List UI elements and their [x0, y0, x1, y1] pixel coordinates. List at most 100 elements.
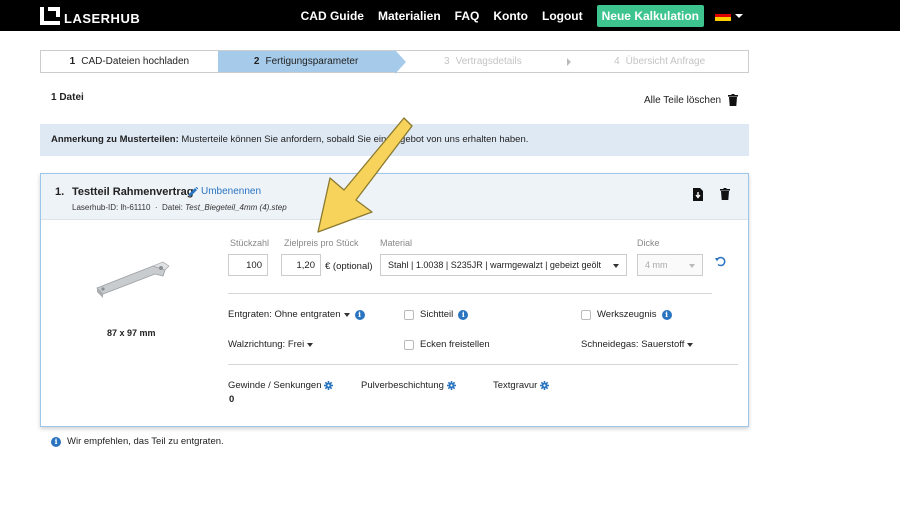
quantity-input[interactable]: 100	[228, 254, 268, 276]
certificate-checkbox[interactable]: Werkszeugnis i	[581, 309, 672, 320]
trash-icon	[728, 94, 739, 106]
material-label: Material	[380, 238, 413, 248]
checkbox-icon[interactable]	[581, 309, 591, 320]
language-caret-icon[interactable]	[735, 13, 743, 18]
cutting-gas-label: Schneidegas: Sauerstoff	[581, 339, 685, 350]
part-title: Testteil Rahmenvertrag	[72, 186, 194, 198]
quantity-label: Stückzahl	[230, 238, 270, 248]
corner-relief-label: Ecken freistellen	[420, 339, 490, 350]
rename-button[interactable]: Umbenennen	[189, 186, 261, 197]
price-optional-suffix: € (optional)	[325, 261, 373, 272]
gear-icon[interactable]	[324, 381, 334, 390]
delete-all-parts-button[interactable]: Alle Teile löschen	[644, 94, 739, 106]
part-dimensions: 87 x 97 mm	[107, 328, 156, 338]
nav-konto[interactable]: Konto	[493, 9, 528, 23]
threads-label: Gewinde / Senkungen	[228, 380, 322, 391]
target-price-input[interactable]: 1,20	[281, 254, 321, 276]
step-number: 3	[444, 56, 450, 67]
certificate-label: Werkszeugnis	[597, 309, 657, 320]
step-overview: 4 Übersicht Anfrage	[571, 51, 748, 72]
step-number: 4	[614, 56, 620, 67]
powder-coating[interactable]: Pulverbeschichtung	[361, 380, 456, 391]
threads-countersinks[interactable]: Gewinde / Senkungen	[228, 380, 334, 391]
download-file-icon[interactable]	[693, 188, 703, 201]
part-id: Laserhub-ID: lh-61110	[72, 203, 151, 212]
logo-text: LASERHUB	[64, 11, 141, 26]
notice-title: Anmerkung zu Musterteilen:	[51, 134, 179, 145]
deburr-dropdown[interactable]: Entgraten: Ohne entgraten i	[228, 309, 365, 320]
file-label: Datei:	[162, 203, 183, 212]
deburr-label: Entgraten: Ohne entgraten	[228, 309, 341, 320]
new-calculation-button[interactable]: Neue Kalkulation	[596, 4, 704, 27]
part-card: 1. Testteil Rahmenvertrag Umbenennen Las…	[40, 173, 749, 427]
step-number: 2	[253, 56, 260, 67]
pencil-icon	[189, 187, 198, 196]
text-engraving-label: Textgravur	[493, 380, 538, 391]
step-label: Übersicht Anfrage	[625, 56, 706, 67]
text-engraving[interactable]: Textgravur	[493, 380, 550, 391]
progress-steps: 1 CAD-Dateien hochladen 2 Fertigungspara…	[40, 50, 749, 74]
main-nav: CAD Guide Materialien FAQ Konto Logout N…	[301, 0, 900, 31]
part-preview-image[interactable]	[93, 258, 173, 298]
chevron-down-icon	[687, 342, 694, 347]
step-label: Fertigungsparameter	[265, 56, 359, 67]
chevron-down-icon	[613, 264, 619, 268]
rename-label: Umbenennen	[201, 186, 262, 197]
cutting-gas-dropdown[interactable]: Schneidegas: Sauerstoff	[581, 339, 694, 350]
delete-all-label: Alle Teile löschen	[644, 94, 722, 106]
meta-separator: ·	[154, 203, 158, 212]
nav-logout[interactable]: Logout	[542, 9, 583, 23]
part-number: 1.	[55, 186, 65, 198]
part-meta: Laserhub-ID: lh-61110 · Datei: Test_Bieg…	[72, 203, 287, 212]
info-icon[interactable]: i	[661, 309, 672, 320]
info-icon: i	[51, 436, 61, 447]
sample-parts-notice: Anmerkung zu Musterteilen: Musterteile k…	[40, 124, 749, 156]
info-icon[interactable]: i	[458, 309, 469, 320]
gear-icon[interactable]	[446, 381, 456, 390]
nav-faq[interactable]: FAQ	[455, 9, 480, 23]
rolling-direction-dropdown[interactable]: Walzrichtung: Frei	[228, 339, 314, 350]
step-label: CAD-Dateien hochladen	[81, 56, 190, 67]
deburr-recommendation-text: Wir empfehlen, das Teil zu entgraten.	[67, 436, 224, 447]
step-label: Vertragsdetails	[455, 56, 522, 67]
notice-text: Musterteile können Sie anfordern, sobald…	[181, 134, 529, 145]
file-count: 1 Datei	[51, 92, 84, 103]
thickness-label: Dicke	[637, 238, 660, 248]
logo-mark-icon	[40, 7, 60, 25]
gear-icon[interactable]	[540, 381, 550, 390]
checkbox-icon[interactable]	[404, 309, 414, 320]
corner-relief-checkbox[interactable]: Ecken freistellen	[404, 339, 490, 350]
part-actions	[693, 188, 730, 201]
chevron-down-icon	[343, 312, 350, 317]
step-cad-upload[interactable]: 1 CAD-Dateien hochladen	[41, 51, 218, 72]
chevron-down-icon	[689, 264, 695, 268]
nav-materialien[interactable]: Materialien	[378, 9, 441, 23]
step-manufacturing-params[interactable]: 2 Fertigungsparameter	[217, 50, 406, 74]
rolling-direction-label: Walzrichtung: Frei	[228, 339, 305, 350]
step-contract-details: 3 Vertragsdetails	[395, 51, 572, 72]
thickness-value: 4 mm	[645, 260, 668, 270]
powder-coating-label: Pulverbeschichtung	[361, 380, 444, 391]
material-value: Stahl | 1.0038 | S235JR | warmgewalzt | …	[388, 260, 601, 270]
chevron-down-icon	[307, 342, 314, 347]
top-navigation-bar: LASERHUB CAD Guide Materialien FAQ Konto…	[0, 0, 900, 31]
thickness-select: 4 mm	[637, 254, 703, 276]
divider	[228, 293, 712, 294]
file-name: Test_Biegeteil_4mm (4).step	[185, 203, 287, 212]
info-icon[interactable]: i	[354, 309, 365, 320]
part-card-header: 1. Testteil Rahmenvertrag Umbenennen Las…	[41, 174, 748, 220]
target-price-label: Zielpreis pro Stück	[284, 238, 359, 248]
visible-part-checkbox[interactable]: Sichtteil i	[404, 309, 469, 320]
delete-part-icon[interactable]	[720, 188, 730, 200]
nav-cad-guide[interactable]: CAD Guide	[301, 9, 364, 23]
de-flag-icon[interactable]	[715, 10, 731, 22]
material-select[interactable]: Stahl | 1.0038 | S235JR | warmgewalzt | …	[380, 254, 627, 276]
divider	[228, 364, 738, 365]
step-number: 1	[69, 56, 76, 67]
deburr-recommendation: i Wir empfehlen, das Teil zu entgraten.	[51, 436, 224, 447]
visible-part-label: Sichtteil	[420, 309, 454, 320]
reset-icon[interactable]	[715, 256, 726, 267]
laserhub-logo[interactable]: LASERHUB	[40, 6, 140, 26]
checkbox-icon[interactable]	[404, 339, 414, 350]
threads-value: 0	[229, 394, 235, 405]
